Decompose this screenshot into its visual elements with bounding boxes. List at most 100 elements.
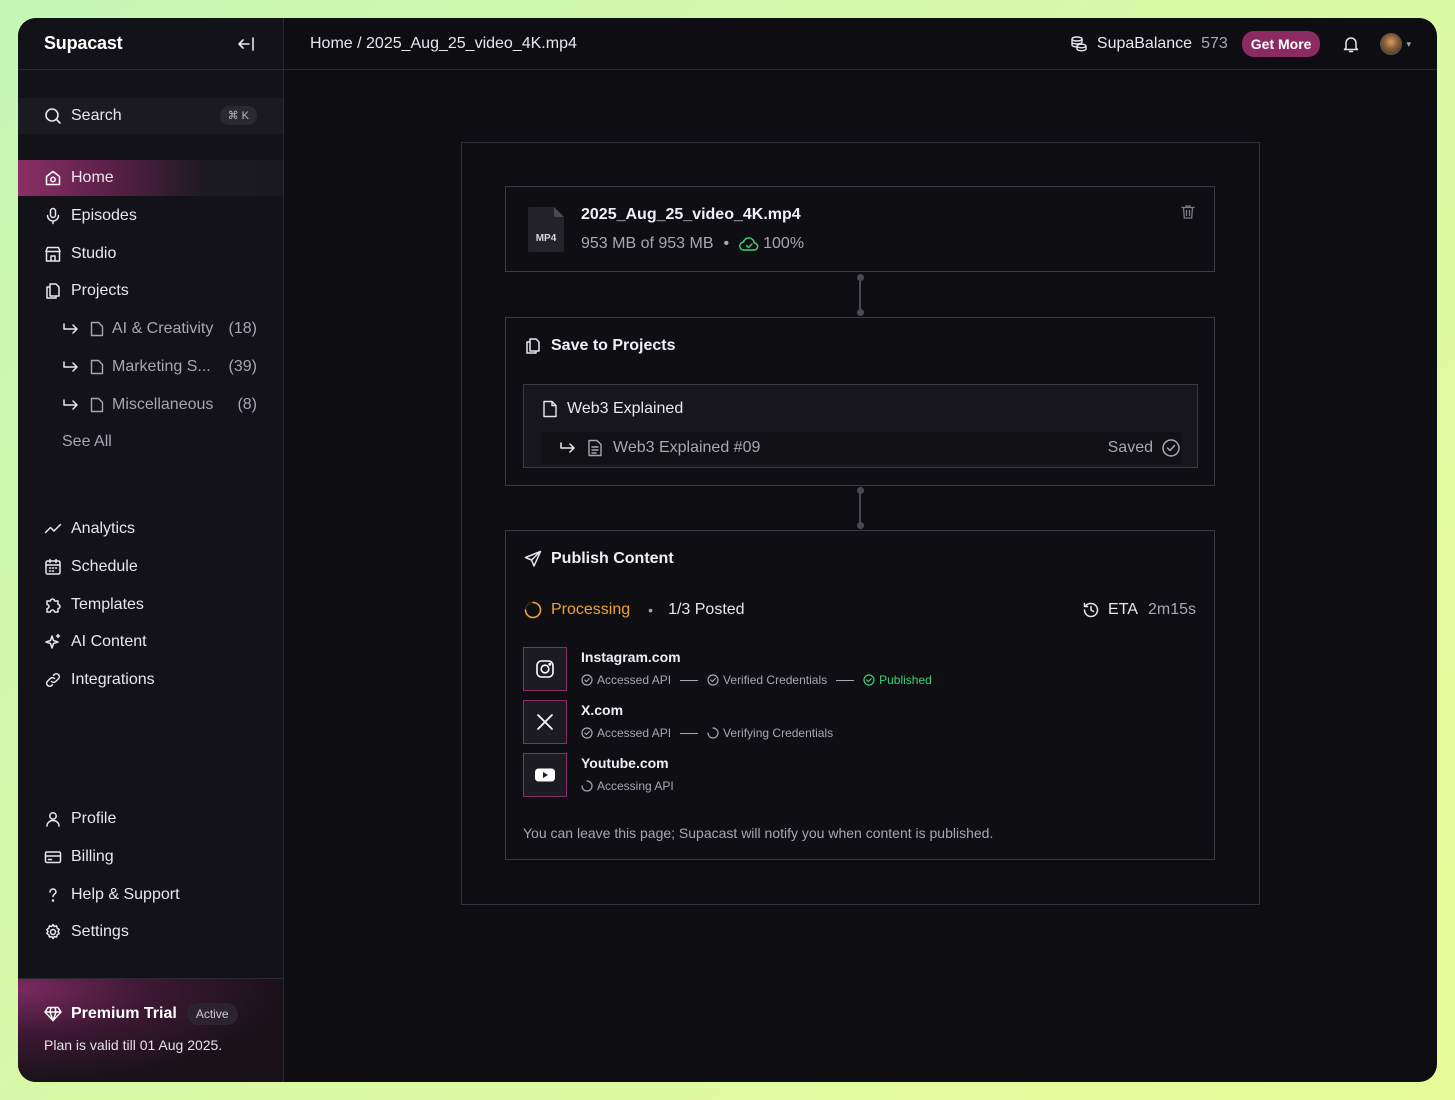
primary-nav: Home Episodes Studio Projects AI & Creat… [18,160,283,460]
bell-icon[interactable] [1342,35,1360,53]
save-to-projects-card: Save to Projects Web3 Explained Web3 Exp… [505,317,1215,486]
secondary-nav: Analytics Schedule Templates AI Content … [18,511,283,700]
publish-note: You can leave this page; Supacast will n… [523,825,994,841]
sidebar-item-billing[interactable]: Billing [18,839,283,875]
file-type-label: MP4 [536,233,557,244]
saved-status: Saved [1108,432,1181,464]
sidebar-item-label: Settings [71,923,129,941]
sidebar-item-label: Analytics [71,520,136,537]
mp4-file-icon: MP4 [528,207,564,252]
card-icon [44,848,62,866]
sidebar-item-profile[interactable]: Profile [18,801,283,837]
connector-line [859,278,861,312]
search-shortcut-badge: ⌘ K [219,106,257,125]
step-verifying-credentials: Verifying Credentials [707,726,833,740]
home-icon [44,169,62,187]
premium-trial-card[interactable]: Premium Trial Active Plan is valid till … [18,978,283,1082]
studio-icon [44,245,62,263]
file-meta: 953 MB of 953 MB • 100% [581,235,804,253]
sidebar-project-marketing[interactable]: Marketing S... (39) [18,349,283,385]
sidebar-item-templates[interactable]: Templates [18,587,283,623]
sidebar-item-label: Episodes [71,206,137,224]
sidebar-item-label: Billing [71,847,114,865]
publish-content-card: Publish Content Processing • 1/3 Posted … [505,530,1215,860]
sidebar-item-label: Help & Support [71,885,180,903]
puzzle-icon [44,596,62,614]
trash-icon[interactable] [1180,204,1196,220]
sidebar-item-projects[interactable]: Projects [18,273,283,309]
upload-progress: 100% [763,235,805,252]
platform-steps: Accessed API Verified Credentials Publis… [581,673,932,687]
sidebar-project-ai-creativity[interactable]: AI & Creativity (18) [18,311,283,347]
episode-name: Web3 Explained #09 [613,439,761,456]
search-label: Search [71,107,122,124]
step-accessed-api: Accessed API [581,673,671,687]
sidebar-item-integrations[interactable]: Integrations [18,662,283,698]
sidebar-item-home[interactable]: Home [18,160,283,196]
platform-row-youtube[interactable]: Youtube.com Accessing API [523,753,1163,797]
step-published: Published [863,673,932,687]
project-label: Marketing S... [112,357,211,375]
x-icon [523,700,567,744]
publish-section-title: Publish Content [524,550,674,568]
platform-name: Instagram.com [581,649,681,665]
spinner-icon [707,727,719,739]
collapse-sidebar-icon[interactable] [235,33,257,55]
account-nav: Profile Billing Help & Support Settings [18,801,283,952]
diamond-icon [44,1006,62,1022]
see-all-projects-link[interactable]: See All [18,424,283,460]
plan-validity: Plan is valid till 01 Aug 2025. [44,1037,223,1053]
sidebar-item-studio[interactable]: Studio [18,236,283,272]
step-accessing-api: Accessing API [581,779,674,793]
platform-row-instagram[interactable]: Instagram.com Accessed API Verified Cred… [523,647,1163,691]
subitem-arrow-icon [559,441,577,455]
sidebar-item-settings[interactable]: Settings [18,914,283,950]
instagram-icon [523,647,567,691]
chevron-down-icon[interactable]: ▾ [1406,39,1411,50]
spinner-icon [581,780,593,792]
sidebar-project-miscellaneous[interactable]: Miscellaneous (8) [18,387,283,423]
check-circle-icon [1161,438,1181,458]
platform-steps: Accessing API [581,779,674,793]
analytics-icon [44,520,62,538]
mic-icon [44,207,62,225]
upload-file-card: MP4 2025_Aug_25_video_4K.mp4 953 MB of 9… [505,186,1215,272]
file-name: 2025_Aug_25_video_4K.mp4 [581,206,801,223]
search-button[interactable]: Search ⌘ K [18,98,283,134]
spinner-icon [524,601,542,619]
document-icon [90,397,104,413]
link-icon [44,671,62,689]
publish-status-row: Processing • 1/3 Posted ETA 2m15s [524,598,1196,622]
breadcrumb[interactable]: Home / 2025_Aug_25_video_4K.mp4 [310,35,577,53]
avatar[interactable] [1380,33,1403,55]
step-connector [680,679,699,681]
sidebar-item-analytics[interactable]: Analytics [18,511,283,547]
balance-value: 573 [1201,35,1228,52]
episode-row[interactable]: Web3 Explained #09 Saved [541,432,1181,464]
subitem-arrow-icon [62,360,80,374]
posted-count: 1/3 Posted [668,601,745,618]
sidebar-item-label: AI Content [71,633,147,651]
sidebar-item-episodes[interactable]: Episodes [18,198,283,234]
project-selection[interactable]: Web3 Explained Web3 Explained #09 Saved [523,384,1198,468]
search-icon [44,107,62,125]
project-name-text: Web3 Explained [567,400,684,417]
document-icon [90,359,104,375]
history-clock-icon [1082,601,1100,619]
sidebar-item-label: Home [71,169,114,186]
check-circle-icon [707,674,719,686]
sidebar-item-help[interactable]: Help & Support [18,877,283,913]
project-label: Miscellaneous [112,395,214,413]
check-circle-icon [863,674,875,686]
send-icon [524,550,542,568]
step-connector [680,732,699,734]
sidebar-item-ai-content[interactable]: AI Content [18,624,283,660]
gear-icon [44,923,62,941]
projects-icon [524,337,542,355]
get-more-button[interactable]: Get More [1241,31,1321,57]
project-count: (8) [237,395,257,413]
section-title-text: Publish Content [551,550,674,567]
platform-row-x[interactable]: X.com Accessed API Verifying Credentials [523,700,1163,744]
connector-dot [857,309,864,316]
sidebar-item-schedule[interactable]: Schedule [18,549,283,585]
